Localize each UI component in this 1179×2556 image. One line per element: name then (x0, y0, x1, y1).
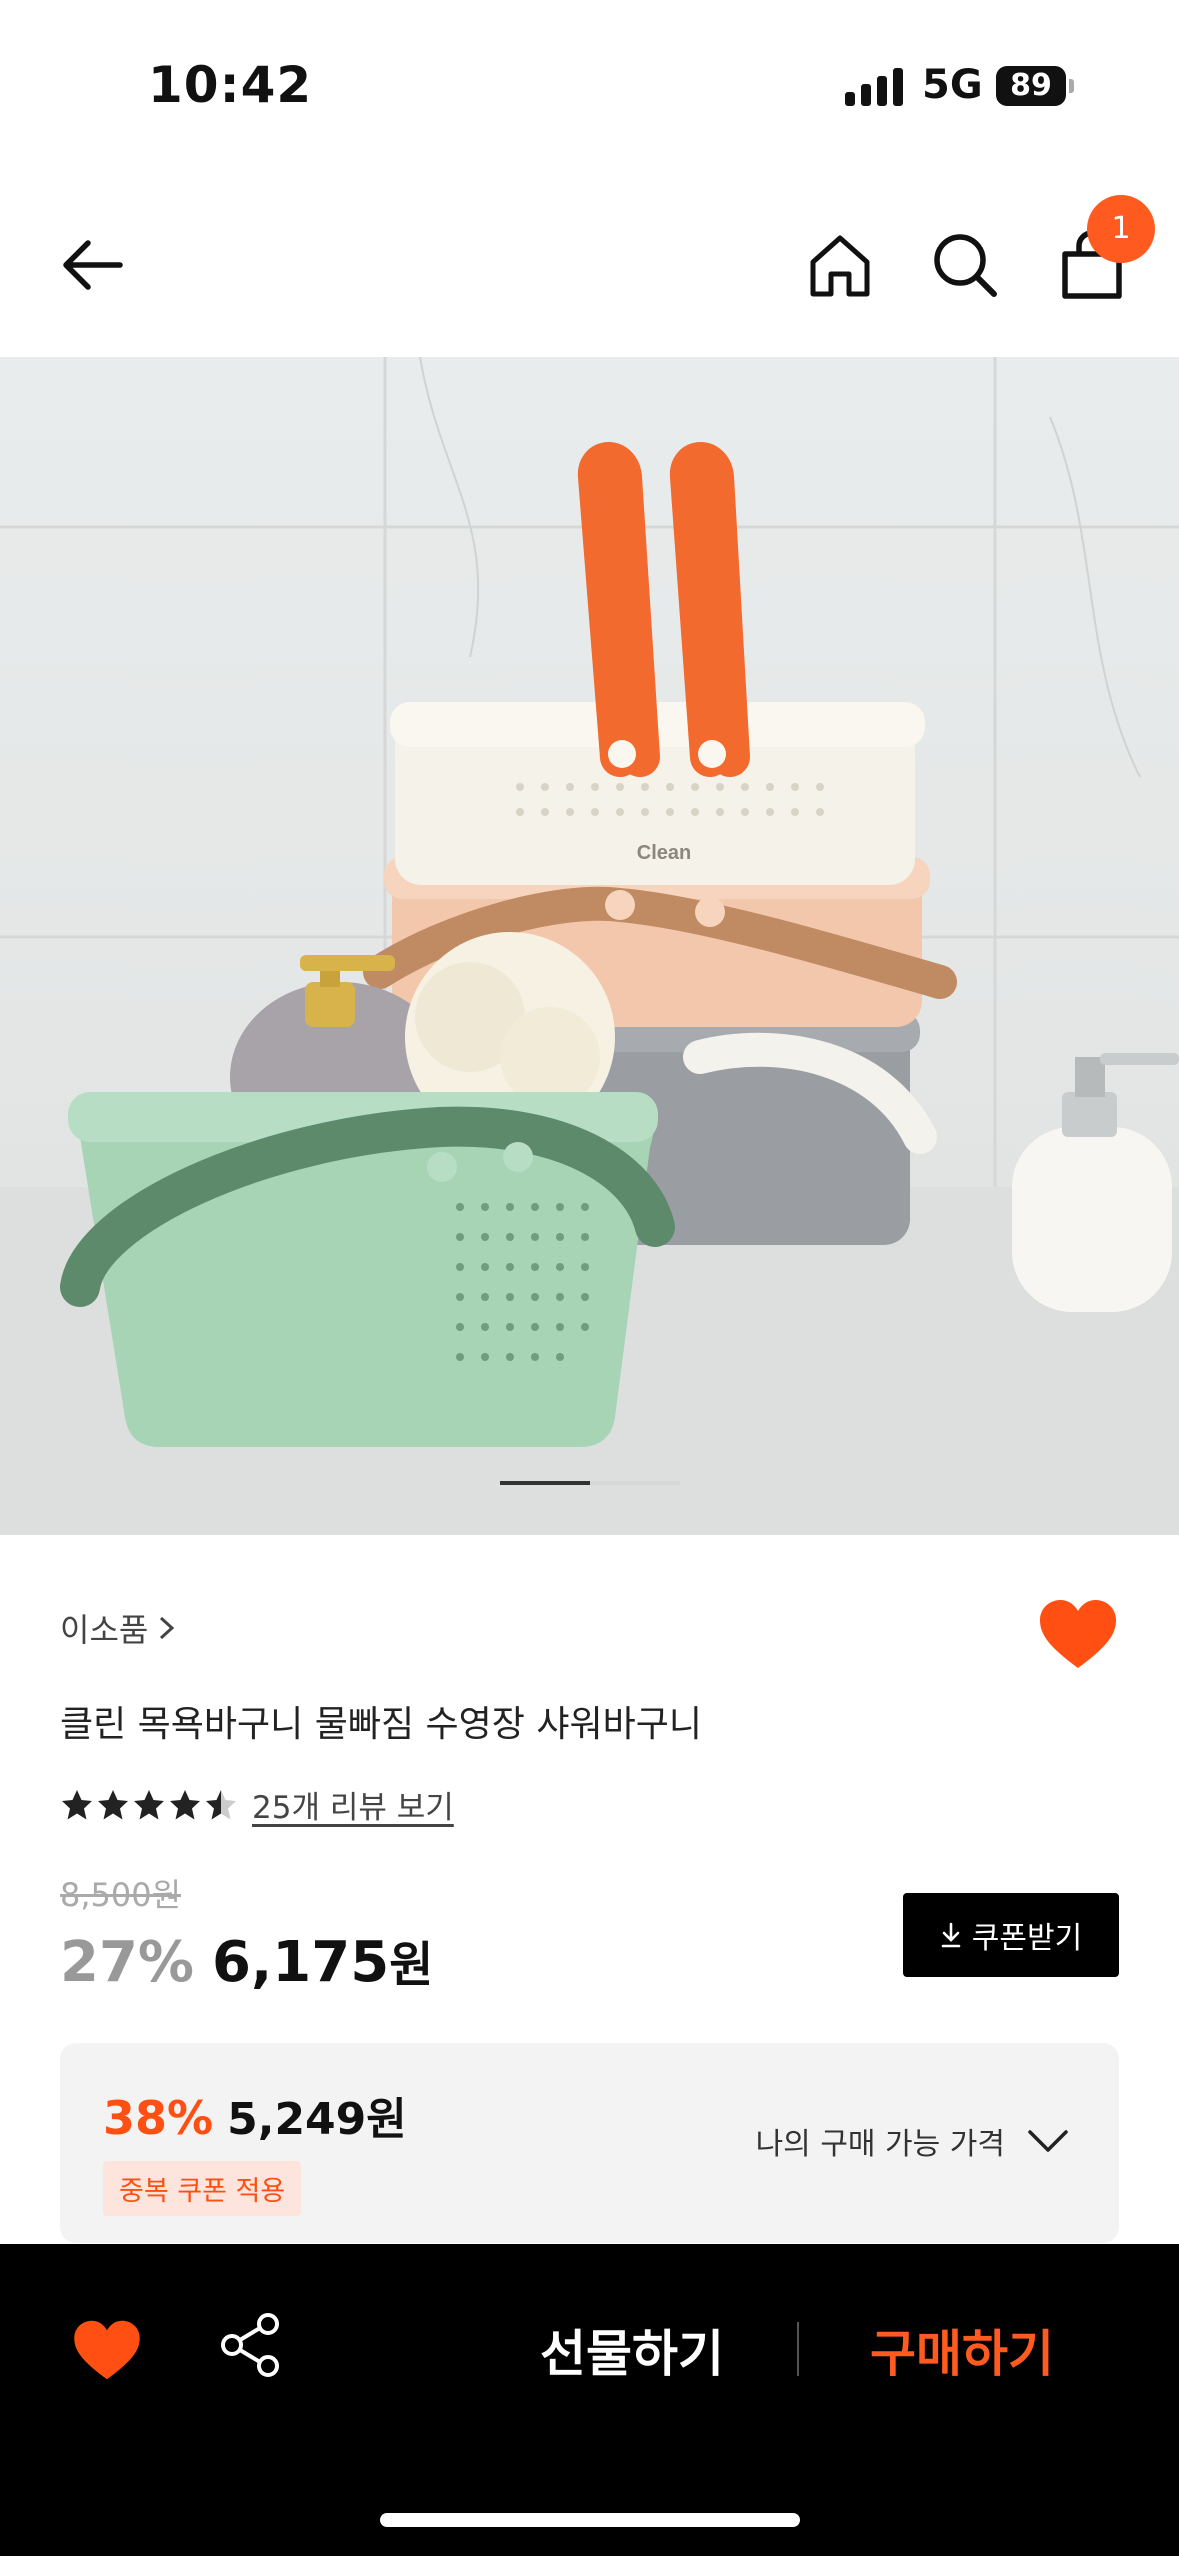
my-price-label: 나의 구매 가능 가격 (755, 2127, 1005, 2162)
half-star-icon (206, 1789, 236, 1819)
my-price-toggle[interactable]: 나의 구매 가능 가격 (756, 2119, 1069, 2163)
product-title: 클린 목욕바구니 물빠짐 수영장 샤워바구니 (60, 1704, 702, 1745)
status-time: 10:42 (148, 56, 313, 114)
rating-row: 25개 리뷰 보기 (60, 1782, 454, 1827)
discount-rate: 27% (60, 1930, 195, 1995)
best-discount: 38% (103, 2091, 214, 2145)
network-type: 5G (922, 62, 983, 108)
buy-button[interactable]: 구매하기 (870, 2314, 1054, 2386)
chevron-right-icon (160, 1616, 175, 1640)
product-image: Clean (0, 357, 1179, 1535)
image-text: Clean (637, 842, 691, 864)
star-icon (62, 1789, 92, 1819)
wishlist-heart-icon[interactable] (1038, 1598, 1118, 1670)
top-nav (0, 175, 1179, 357)
best-price-panel[interactable]: 38% 5,249원 중복 쿠폰 적용 나의 구매 가능 가격 (60, 2043, 1119, 2243)
coupon-download-button[interactable]: 쿠폰받기 (903, 1893, 1119, 1977)
signal-icon (845, 66, 903, 106)
bottom-action-bar: 선물하기 구매하기 (0, 2244, 1179, 2556)
gift-button[interactable]: 선물하기 (540, 2314, 724, 2386)
star-rating (60, 1788, 238, 1822)
best-price-row: 38% 5,249원 (103, 2083, 407, 2147)
coupon-button-label: 쿠폰받기 (971, 1921, 1083, 1956)
carousel-indicator (500, 1481, 680, 1485)
search-icon[interactable] (930, 230, 1000, 300)
download-icon (941, 1922, 961, 1948)
best-price: 5,249원 (227, 2094, 407, 2145)
sale-price: 6,175원 (212, 1930, 434, 1995)
star-icon (98, 1789, 128, 1819)
chevron-down-icon (1028, 2130, 1068, 2152)
heart-icon[interactable] (72, 2319, 142, 2381)
review-link[interactable]: 25개 리뷰 보기 (252, 1782, 454, 1827)
brand-name: 이소품 (60, 1611, 149, 1649)
share-icon[interactable] (218, 2312, 284, 2378)
price-row: 27% 6,175원 (60, 1925, 433, 1995)
status-bar: 10:42 5G 89 (0, 0, 1179, 175)
original-price: 8,500원 (60, 1876, 182, 1914)
cart-count-badge: 1 (1087, 195, 1155, 263)
brand-link[interactable]: 이소품 (60, 1605, 178, 1651)
star-icon (134, 1789, 164, 1819)
back-arrow-icon[interactable] (58, 230, 128, 300)
button-divider (797, 2322, 799, 2376)
home-icon[interactable] (805, 230, 875, 300)
home-indicator (380, 2513, 800, 2527)
coupon-applied-badge: 중복 쿠폰 적용 (103, 2161, 302, 2216)
product-image-carousel[interactable]: Clean (0, 357, 1179, 1535)
battery-icon: 89 (996, 66, 1074, 106)
star-icon (170, 1789, 200, 1819)
battery-level: 89 (996, 66, 1066, 106)
